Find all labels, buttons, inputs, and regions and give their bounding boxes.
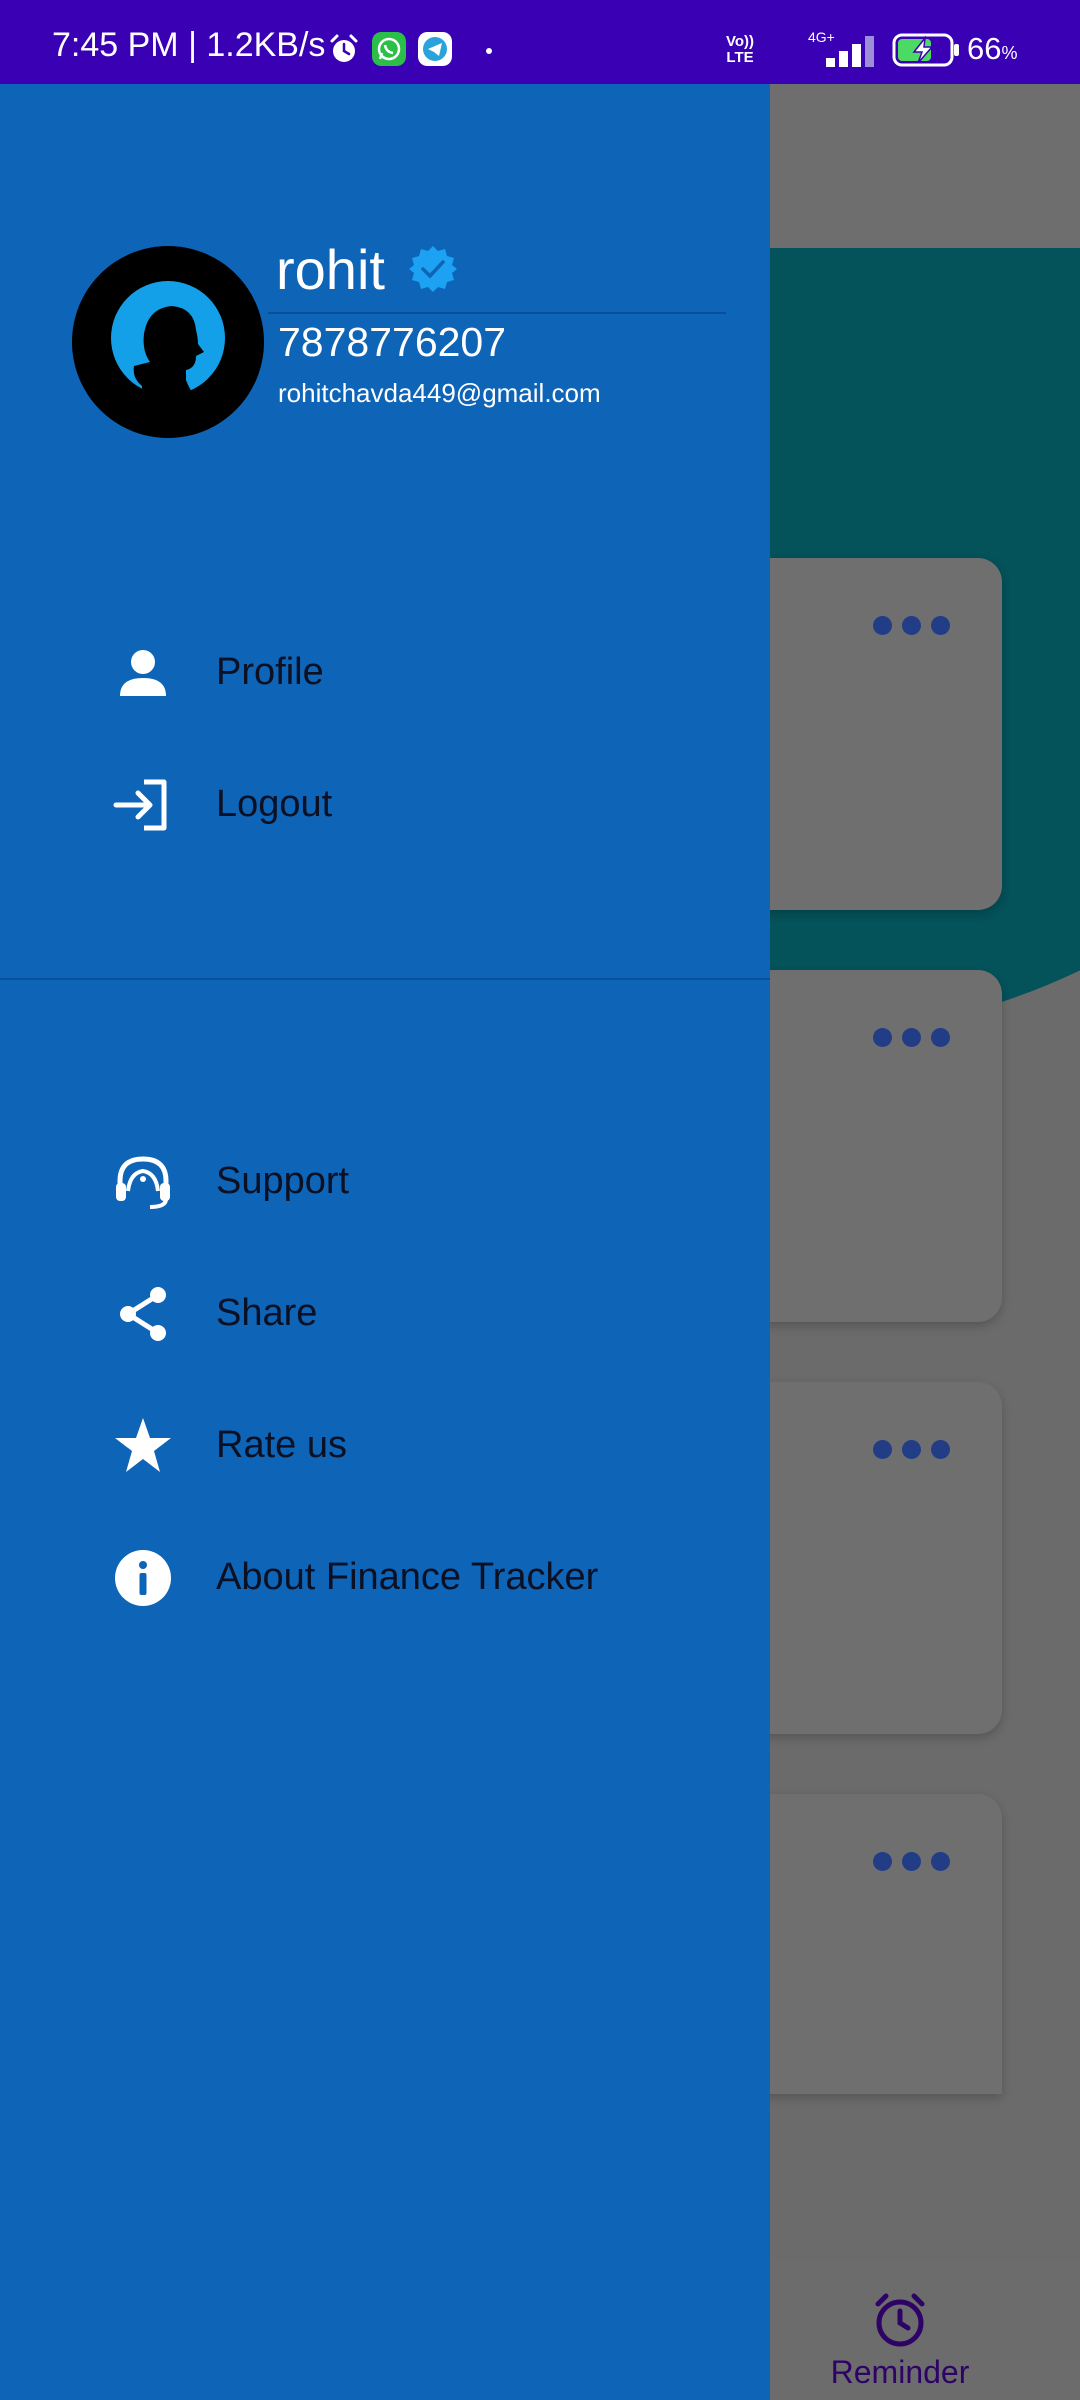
telegram-icon	[418, 32, 452, 66]
menu-item-share[interactable]: Share	[0, 1259, 770, 1369]
whatsapp-icon	[372, 32, 406, 66]
menu-item-label: Share	[216, 1292, 318, 1334]
star-icon	[115, 1418, 171, 1472]
menu-item-rate-us[interactable]: Rate us	[0, 1391, 770, 1501]
status-bar: 7:45 PM | 1.2KB/s Vo)) LTE 4G+ 66%	[0, 0, 1080, 84]
menu-item-label: Logout	[216, 783, 333, 825]
verified-badge-icon	[409, 246, 457, 292]
alarm-icon	[330, 34, 358, 62]
menu-item-support[interactable]: Support	[0, 1127, 770, 1237]
volte-indicator: Vo)) LTE	[726, 34, 754, 66]
alarm-clock-icon	[875, 2293, 925, 2347]
menu-item-label: Support	[216, 1160, 350, 1202]
bottom-nav-reminder[interactable]: Reminder	[820, 2290, 980, 2391]
status-more-dot	[486, 48, 492, 54]
status-notification-icons	[328, 32, 452, 66]
more-options-icon[interactable]	[873, 1852, 950, 1871]
menu-divider	[0, 978, 770, 980]
more-options-icon[interactable]	[873, 1028, 950, 1047]
more-options-icon[interactable]	[873, 1440, 950, 1459]
menu-item-label: About Finance Tracker	[216, 1556, 599, 1598]
info-icon	[115, 1550, 171, 1606]
profile-email: rohitchavda449@gmail.com	[278, 378, 601, 408]
person-icon	[120, 650, 166, 696]
avatar-silhouette-icon	[111, 281, 225, 418]
signal-icon: 4G+	[808, 30, 874, 67]
battery-percent: 66%	[967, 33, 1018, 64]
profile-name: rohit	[276, 238, 385, 301]
volte-top-text: Vo))	[726, 33, 755, 50]
battery-percent-value: 66	[967, 31, 1002, 66]
menu-item-label: Profile	[216, 651, 324, 693]
battery-percent-sign: %	[1001, 43, 1018, 63]
status-time: 7:45 PM | 1.2KB/s	[52, 26, 326, 64]
name-divider	[268, 312, 726, 314]
volte-bottom-text: LTE	[726, 49, 754, 66]
menu-item-profile[interactable]: Profile	[0, 618, 770, 728]
signal-label: 4G+	[808, 30, 835, 45]
profile-phone: 7878776207	[278, 319, 507, 365]
support-headset-icon	[116, 1156, 170, 1209]
menu-item-label: Rate us	[216, 1424, 347, 1466]
battery-charging-icon	[892, 33, 959, 67]
navigation-drawer: rohit 7878776207 rohitchavda449@gmail.co…	[0, 84, 770, 2400]
avatar[interactable]	[72, 246, 264, 438]
logout-icon	[113, 779, 167, 831]
more-options-icon[interactable]	[873, 616, 950, 635]
menu-item-about[interactable]: About Finance Tracker	[0, 1523, 770, 1633]
share-icon	[120, 1287, 166, 1341]
bottom-nav-reminder-label: Reminder	[830, 2354, 970, 2390]
menu-item-logout[interactable]: Logout	[0, 750, 770, 860]
